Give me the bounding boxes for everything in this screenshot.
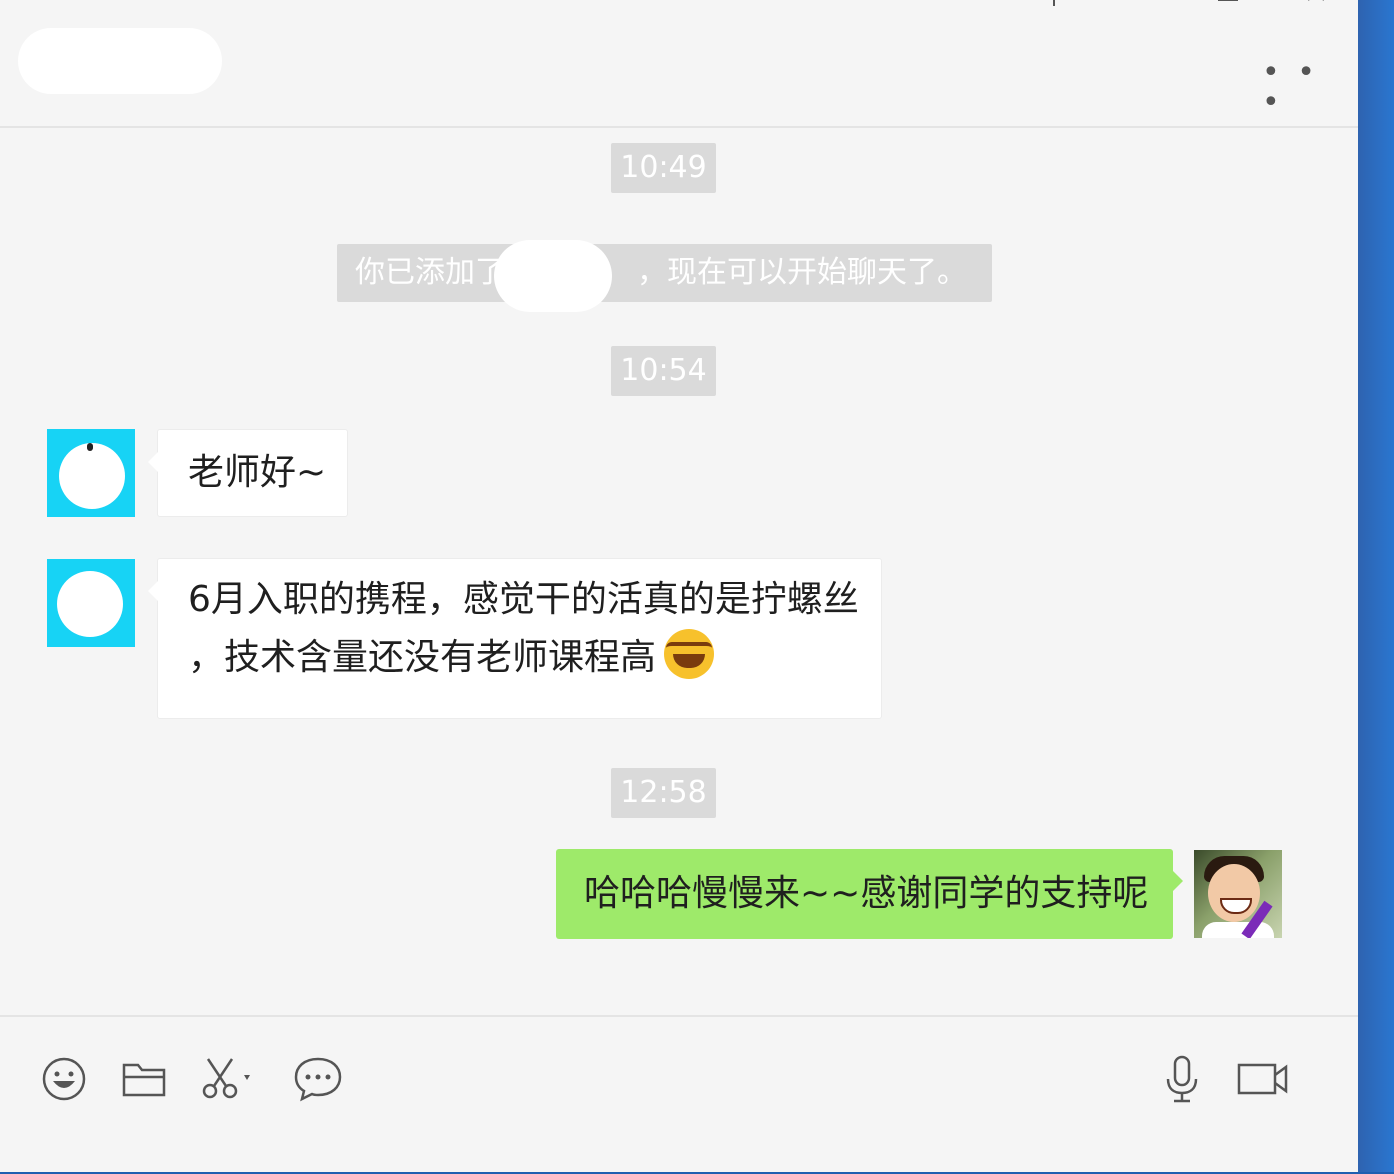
laughing-tears-emoji-icon bbox=[664, 629, 715, 679]
system-notice-prefix: 你已添加了 bbox=[355, 255, 505, 290]
chat-window: • • • 10:49 你已添加了 ，现在可以开始聊天了。 10:54 老师好~… bbox=[0, 0, 1358, 1172]
avatar-redaction bbox=[57, 571, 123, 637]
message-text: 哈哈哈慢慢来~~感谢同学的支持呢 bbox=[584, 873, 1149, 914]
maximize-icon[interactable] bbox=[1208, 0, 1248, 18]
close-icon[interactable] bbox=[1296, 0, 1336, 18]
avatar[interactable] bbox=[47, 429, 135, 517]
timestamp: 10:49 bbox=[611, 143, 716, 193]
avatar[interactable] bbox=[47, 559, 135, 647]
timestamp: 12:58 bbox=[611, 768, 716, 818]
contact-name-redacted bbox=[494, 240, 612, 312]
chat-header: • • • bbox=[0, 0, 1358, 128]
my-avatar[interactable] bbox=[1194, 850, 1282, 938]
system-notice-suffix: ，现在可以开始聊天了。 bbox=[637, 255, 967, 290]
input-area[interactable] bbox=[0, 1015, 1358, 1174]
message-bubble-sent[interactable]: 哈哈哈慢慢来~~感谢同学的支持呢 bbox=[556, 849, 1183, 939]
message-text-line: ，技术含量还没有老师课程高 bbox=[188, 629, 861, 687]
avatar-shirt bbox=[1202, 922, 1274, 938]
message-text: ，技术含量还没有老师课程高 bbox=[188, 637, 657, 678]
chat-bubble-icon[interactable] bbox=[292, 1055, 344, 1103]
emoji-icon[interactable] bbox=[40, 1055, 88, 1103]
desktop-background bbox=[1358, 0, 1394, 1172]
system-notice: 你已添加了 ，现在可以开始聊天了。 bbox=[337, 244, 992, 302]
message-text-line: 6月入职的携程，感觉干的活真的是拧螺丝 bbox=[188, 579, 859, 620]
message-list[interactable]: 10:49 你已添加了 ，现在可以开始聊天了。 10:54 老师好~ 6月入职的… bbox=[0, 128, 1358, 1015]
video-camera-icon[interactable] bbox=[1236, 1055, 1292, 1103]
folder-icon[interactable] bbox=[120, 1055, 168, 1103]
message-bubble-received[interactable]: 老师好~ bbox=[148, 429, 348, 517]
minimize-icon[interactable] bbox=[1122, 0, 1162, 18]
timestamp: 10:54 bbox=[611, 346, 716, 396]
avatar-detail bbox=[87, 443, 93, 451]
message-bubble-received[interactable]: 6月入职的携程，感觉干的活真的是拧螺丝 ，技术含量还没有老师课程高 bbox=[148, 558, 882, 719]
contact-name-redacted bbox=[18, 28, 222, 94]
microphone-icon[interactable] bbox=[1160, 1055, 1204, 1103]
avatar-redaction bbox=[59, 443, 125, 509]
message-text: 老师好~ bbox=[188, 452, 327, 493]
pin-icon[interactable] bbox=[1034, 0, 1074, 18]
scissors-icon[interactable] bbox=[198, 1055, 262, 1103]
more-options-button[interactable]: • • • bbox=[1262, 58, 1322, 118]
